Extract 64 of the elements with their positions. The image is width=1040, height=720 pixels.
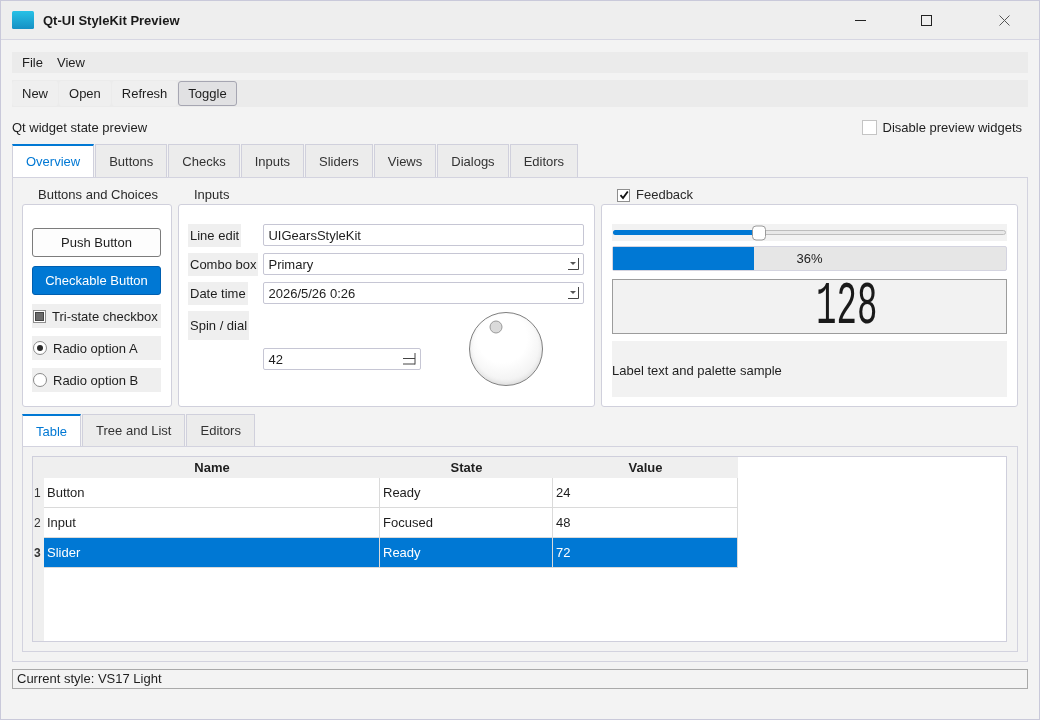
table-cell: Ready <box>380 538 553 568</box>
radio-option[interactable]: Radio option B <box>32 368 161 392</box>
column-header[interactable]: State <box>380 457 553 478</box>
row-header[interactable]: 2 <box>33 508 44 538</box>
status-bar: Current style: VS17 Light <box>12 669 1028 689</box>
radio-indicator[interactable] <box>33 373 47 387</box>
preview-caption: Qt widget state preview <box>12 119 148 135</box>
column-header[interactable]: Value <box>553 457 738 478</box>
window-title: Qt-UI StyleKit Preview <box>43 12 180 28</box>
tab[interactable]: Tree and List <box>82 414 186 446</box>
caret-icon <box>567 258 579 270</box>
tab[interactable]: Editors <box>186 414 255 446</box>
close-icon <box>998 14 1010 26</box>
spin-box[interactable]: 42 <box>263 348 422 370</box>
combo-box[interactable]: Primary <box>263 253 584 275</box>
column-header[interactable]: Name <box>44 457 380 478</box>
tab[interactable]: Inputs <box>240 144 305 177</box>
check-indicator[interactable] <box>861 119 877 135</box>
feedback-checkbox[interactable]: Feedback <box>617 186 694 204</box>
group-title: Buttons and Choices <box>38 186 158 204</box>
table-cell: 72 <box>553 538 738 568</box>
check-indicator[interactable] <box>33 309 46 323</box>
tab[interactable]: Editors <box>509 144 579 177</box>
toolbar-button[interactable]: New <box>12 81 58 106</box>
checkbox-option[interactable]: Tri-state checkbox <box>32 304 161 328</box>
field-label: Combo box <box>188 253 259 276</box>
tab[interactable]: Buttons <box>95 144 168 177</box>
slider-handle[interactable] <box>751 225 766 240</box>
row-header[interactable]: 3 <box>33 538 44 568</box>
field-label: Date time <box>188 282 248 305</box>
toolbar-button[interactable]: Refresh <box>111 81 178 106</box>
group-title: Inputs <box>194 186 230 204</box>
radio-indicator[interactable] <box>33 341 47 355</box>
tab[interactable]: Overview <box>12 144 95 177</box>
table-row[interactable]: 3 Slider Ready 72 <box>33 538 738 568</box>
push-button[interactable]: Checkable Button <box>32 266 161 295</box>
radio-option[interactable]: Radio option A <box>32 336 161 360</box>
tab[interactable]: Sliders <box>305 144 373 177</box>
table-cell: Slider <box>44 538 380 568</box>
push-button[interactable]: Push Button <box>32 228 161 257</box>
maximize-icon <box>920 14 932 26</box>
table-row[interactable]: 2 Input Focused 48 <box>33 508 738 538</box>
check-indicator[interactable] <box>617 188 630 202</box>
tab[interactable]: Table <box>22 414 82 446</box>
toolbar-button[interactable]: Toggle <box>178 81 237 106</box>
progress-reading: 36% <box>796 251 823 266</box>
field-label: Line edit <box>188 224 242 247</box>
line-edit-field[interactable]: UIGearsStyleKit <box>263 224 584 246</box>
lcd-number: 128 <box>815 281 878 332</box>
tab[interactable]: Checks <box>168 144 240 177</box>
caret-icon <box>567 287 579 299</box>
toolbar-button[interactable]: Open <box>59 81 111 106</box>
field-label: Spin / dial <box>188 311 250 340</box>
menu-item[interactable]: File <box>15 52 50 73</box>
tab[interactable]: Dialogs <box>437 144 509 177</box>
disable-checkbox[interactable]: Disable preview widgets <box>861 119 1022 135</box>
sample-label: Label text and palette sample <box>612 341 1007 397</box>
app-icon <box>12 11 34 29</box>
combo-box[interactable]: 2026/5/26 0:26 <box>263 282 584 304</box>
stepper-icon[interactable] <box>402 353 417 365</box>
row-header[interactable]: 1 <box>33 478 44 508</box>
table-row[interactable]: 1 Button Ready 24 <box>33 478 738 508</box>
tab[interactable]: Views <box>373 144 437 177</box>
menu-item[interactable]: View <box>49 52 92 73</box>
